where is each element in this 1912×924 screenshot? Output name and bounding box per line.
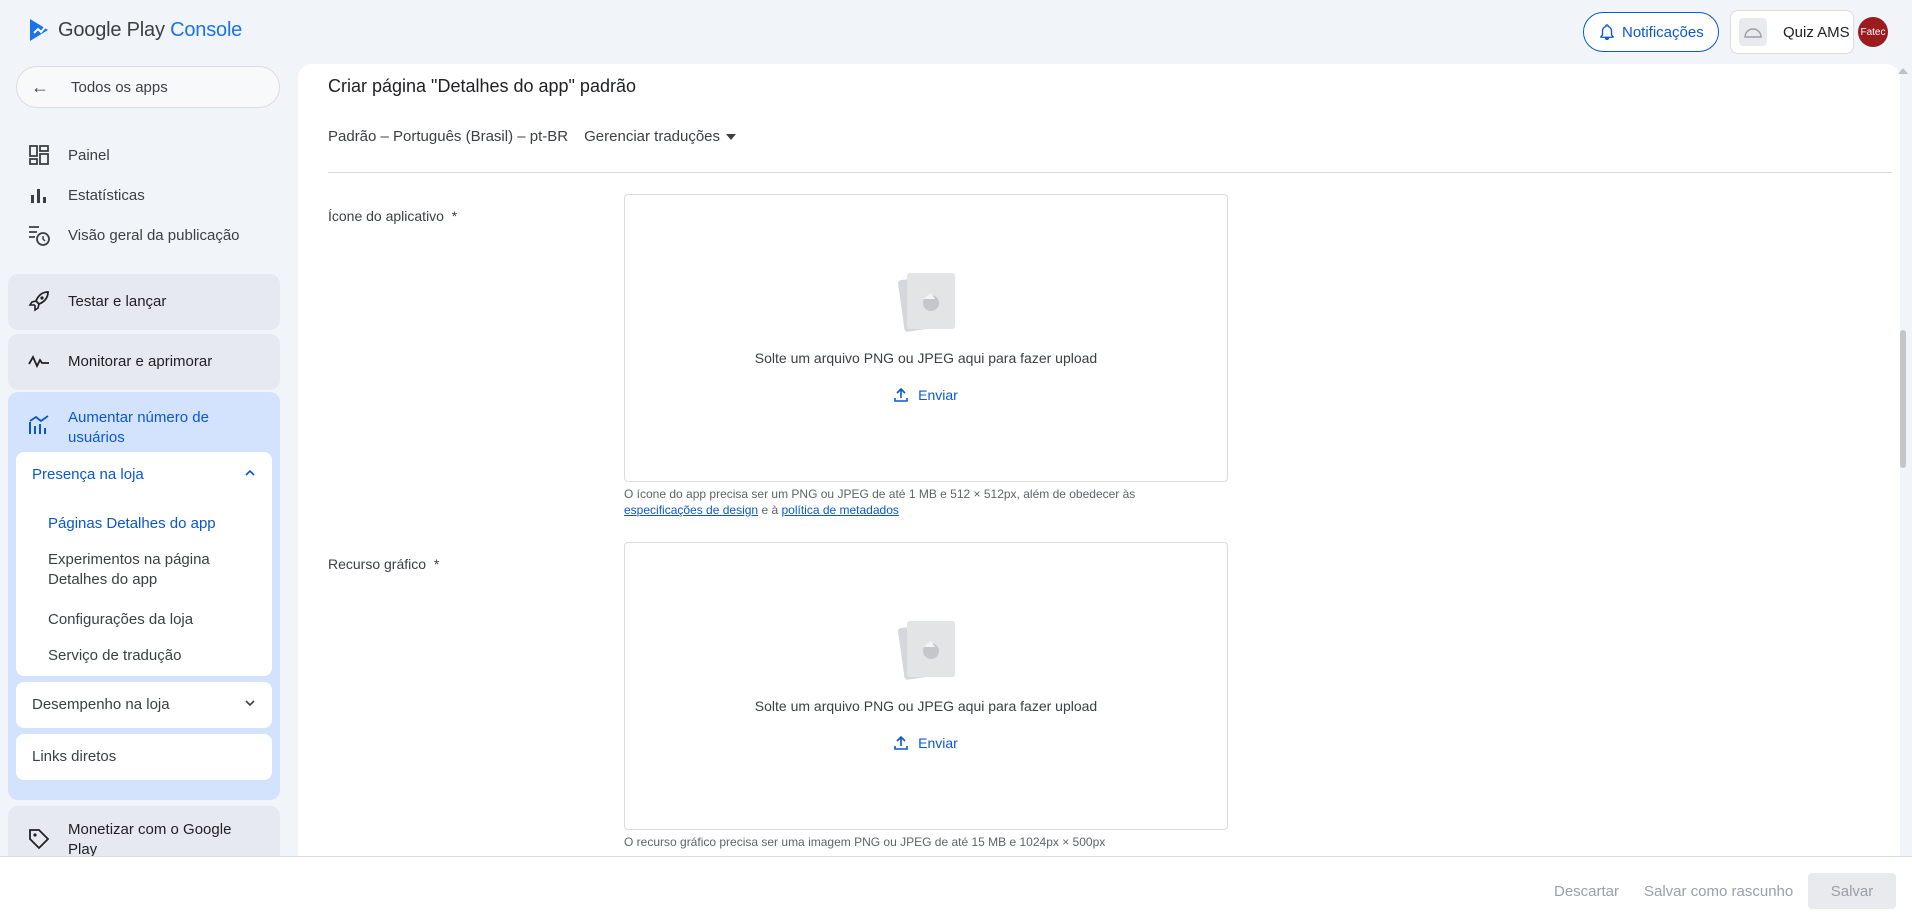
- drop-instructions: Solte um arquivo PNG ou JPEG aqui para f…: [754, 698, 1098, 714]
- deep-links-item[interactable]: Links diretos: [16, 734, 272, 780]
- sidebar-item-store-settings[interactable]: Configurações da loja: [48, 610, 193, 630]
- play-console-logo-icon: [30, 19, 48, 41]
- drop-instructions: Solte um arquivo PNG ou JPEG aqui para f…: [754, 350, 1098, 366]
- sidebar-section-monetize[interactable]: Monetizar com o Google Play: [8, 806, 280, 856]
- sidebar-item-label: Estatísticas: [68, 186, 145, 204]
- design-specs-link[interactable]: especificações de design: [624, 503, 758, 517]
- default-language: Padrão – Português (Brasil) – pt-BR: [328, 128, 569, 145]
- sidebar-item-label: Painel: [68, 146, 110, 164]
- chevron-up-icon[interactable]: [244, 466, 256, 484]
- sidebar-item-publishing-overview[interactable]: Visão geral da publicação: [28, 224, 240, 246]
- page-title: Criar página "Detalhes do app" padrão: [328, 76, 636, 96]
- store-presence-toggle[interactable]: Presença na loja: [32, 466, 144, 483]
- required-mark: *: [433, 556, 440, 572]
- section-label: Monitorar e aprimorar: [68, 353, 213, 370]
- all-apps-button[interactable]: ← Todos os apps: [16, 66, 280, 108]
- scroll-up-arrow-icon[interactable]: [1898, 68, 1908, 74]
- metadata-policy-link[interactable]: política de metadados: [781, 503, 898, 517]
- upload-button[interactable]: Enviar: [625, 387, 1227, 403]
- section-label: Testar e lançar: [68, 293, 167, 310]
- dropdown-arrow-icon: [726, 133, 737, 140]
- avatar[interactable]: Fatec: [1858, 17, 1888, 47]
- scrollbar-thumb[interactable]: [1900, 330, 1906, 468]
- bell-icon: [1600, 24, 1614, 41]
- sidebar: ← Todos os apps Painel Estatísticas Visã…: [0, 64, 290, 856]
- top-bar: Google Play Console Notificações Quiz AM…: [0, 0, 1912, 64]
- arrow-back-icon: ←: [31, 76, 49, 97]
- store-performance-group[interactable]: Desempenho na loja: [16, 682, 272, 728]
- feature-graphic-hint: O recurso gráfico precisa ser uma imagem…: [624, 835, 1106, 849]
- save-draft-button[interactable]: Salvar como rascunho: [1644, 883, 1793, 900]
- save-button[interactable]: Salvar: [1808, 873, 1896, 909]
- upload-button[interactable]: Enviar: [625, 735, 1227, 751]
- google-play-console-logo[interactable]: Google Play Console: [28, 18, 242, 42]
- sidebar-item-translation-service[interactable]: Serviço de tradução: [48, 646, 181, 666]
- action-footer: Descartar Salvar como rascunho Salvar: [0, 856, 1912, 924]
- language-row: Padrão – Português (Brasil) – pt-BR Gere…: [328, 128, 737, 145]
- manage-translations-dropdown[interactable]: Gerenciar traduções: [584, 128, 737, 145]
- android-icon: [1739, 18, 1767, 46]
- sidebar-item-store-listings[interactable]: Páginas Detalhes do app: [48, 514, 216, 534]
- sidebar-item-dashboard[interactable]: Painel: [28, 144, 110, 166]
- grow-users-icon: [28, 414, 50, 441]
- main-content: Criar página "Detalhes do app" padrão Pa…: [298, 64, 1900, 856]
- sidebar-section-test-release[interactable]: Testar e lançar: [8, 274, 280, 330]
- required-mark: *: [451, 208, 458, 224]
- rocket-icon: [28, 290, 50, 317]
- bar-chart-icon: [28, 184, 50, 206]
- logo-product: Console: [170, 18, 243, 41]
- app-name: Quiz AMS: [1783, 23, 1850, 41]
- upload-icon: [894, 388, 908, 402]
- image-upload-placeholder-icon: [898, 273, 955, 332]
- notifications-label: Notificações: [1622, 23, 1704, 41]
- upload-label: Enviar: [918, 735, 958, 751]
- upload-icon: [894, 736, 908, 750]
- dashboard-icon: [28, 144, 50, 166]
- app-icon-hint: O ícone do app precisa ser um PNG ou JPE…: [624, 487, 1136, 517]
- all-apps-label: Todos os apps: [71, 78, 168, 96]
- app-icon-drop-zone[interactable]: Solte um arquivo PNG ou JPEG aqui para f…: [624, 194, 1228, 482]
- sidebar-section-grow: Aumentar número de usuários Presença na …: [8, 392, 280, 800]
- feature-graphic-label: Recurso gráfico *: [328, 556, 440, 572]
- store-performance-label: Desempenho na loja: [32, 696, 170, 713]
- publishing-overview-icon: [28, 224, 50, 246]
- sidebar-item-statistics[interactable]: Estatísticas: [28, 184, 145, 206]
- app-icon-label: Ícone do aplicativo *: [328, 208, 458, 224]
- divider: [328, 172, 1892, 173]
- app-selector[interactable]: Quiz AMS: [1730, 10, 1854, 54]
- vitals-icon: [28, 351, 50, 376]
- notifications-button[interactable]: Notificações: [1583, 12, 1719, 52]
- sidebar-item-label: Visão geral da publicação: [68, 226, 240, 244]
- discard-button[interactable]: Descartar: [1554, 883, 1619, 900]
- deep-links-label: Links diretos: [32, 748, 117, 765]
- chevron-down-icon: [244, 696, 256, 714]
- manage-translations-label: Gerenciar traduções: [584, 128, 721, 145]
- upload-label: Enviar: [918, 387, 958, 403]
- image-upload-placeholder-icon: [898, 621, 955, 680]
- tag-icon: [28, 828, 50, 855]
- sidebar-item-listing-experiments[interactable]: Experimentos na página Detalhes do app: [48, 550, 248, 590]
- sidebar-section-monitor[interactable]: Monitorar e aprimorar: [8, 334, 280, 390]
- feature-graphic-drop-zone[interactable]: Solte um arquivo PNG ou JPEG aqui para f…: [624, 542, 1228, 830]
- section-label[interactable]: Aumentar número de usuários: [68, 408, 248, 448]
- logo-brand: Google Play: [58, 18, 165, 41]
- section-label: Monetizar com o Google Play: [68, 821, 232, 856]
- store-presence-group: Presença na loja Páginas Detalhes do app…: [16, 452, 272, 676]
